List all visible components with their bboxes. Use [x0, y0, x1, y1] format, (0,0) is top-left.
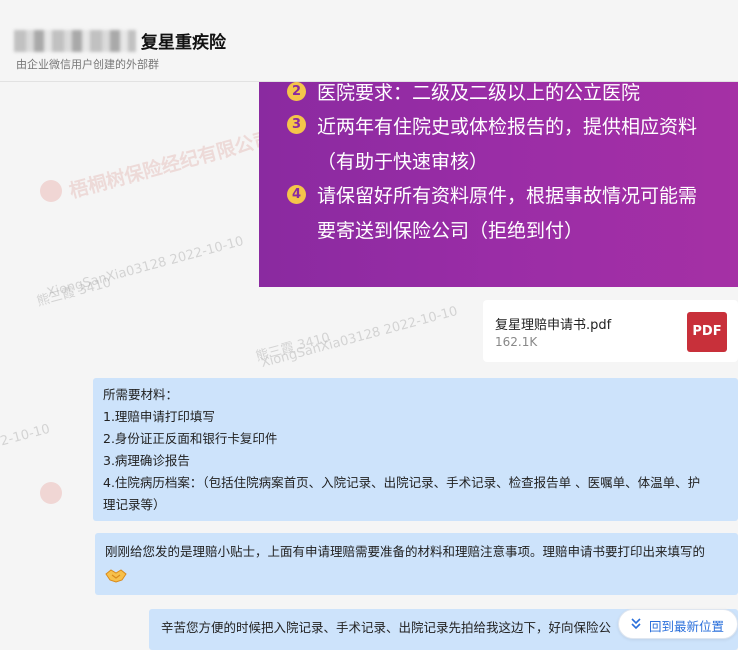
- message-text: 辛苦您方便的时候把入院记录、手术记录、出院记录先拍给我这边下，好向保险公: [161, 620, 612, 635]
- watermark-id: XiongSanXia03128 2022-10-10: [259, 304, 460, 372]
- tip-line: 医院要求：二级及二级以上的公立医院: [317, 82, 641, 104]
- watermark-user: 熊三霞 3410: [254, 330, 332, 365]
- pdf-icon: PDF: [687, 312, 727, 352]
- double-chevron-down-icon: [631, 618, 641, 630]
- watermark-date: 2-10-10: [0, 421, 52, 450]
- watermark-logo-icon: [40, 482, 62, 504]
- tip-line: 要寄送到保险公司（拒绝到付）: [317, 220, 584, 242]
- message-line: 理记录等）: [103, 497, 166, 512]
- group-subtitle: 由企业微信用户创建的外部群: [16, 58, 159, 71]
- message-bubble[interactable]: 所需要材料： 1.理赔申请打印填写 2.身份证正反面和银行卡复印件 3.病理确诊…: [93, 378, 738, 521]
- back-to-latest-button[interactable]: 回到最新位置: [618, 609, 738, 639]
- watermark-company: 梧桐树保险经纪有限公司: [67, 127, 275, 203]
- message-line: 1.理赔申请打印填写: [103, 409, 215, 424]
- file-name: 复星理赔申请书.pdf: [495, 318, 612, 333]
- message-line: 所需要材料：: [103, 387, 179, 402]
- group-title[interactable]: 复星重疾险: [141, 28, 226, 53]
- item-number: 3: [287, 115, 306, 134]
- message-line: 4.住院病历档案：（包括住院病案首页、入院记录、出院记录、手术记录、检查报告单 …: [103, 475, 701, 490]
- tip-line: （有助于快速审核）: [317, 151, 489, 173]
- item-number: 4: [287, 185, 306, 204]
- file-attachment[interactable]: 复星理赔申请书.pdf 162.1K PDF: [483, 300, 738, 362]
- blurred-group-name: [14, 30, 136, 52]
- tips-image[interactable]: 2 医院要求：二级及二级以上的公立医院 3 近两年有住院史或体检报告的，提供相应…: [259, 82, 738, 287]
- item-number: 2: [287, 82, 306, 101]
- tip-line: 请保留好所有资料原件，根据事故情况可能需: [317, 185, 698, 207]
- chat-header: 复星重疾险 由企业微信用户创建的外部群: [0, 0, 738, 82]
- file-size: 162.1K: [495, 335, 538, 349]
- watermark-user: 熊三霞 3410: [35, 275, 113, 310]
- message-line: 3.病理确诊报告: [103, 453, 190, 468]
- watermark-logo-icon: [40, 180, 62, 202]
- handshake-icon: [105, 569, 127, 583]
- tip-line: 近两年有住院史或体检报告的，提供相应资料: [317, 116, 698, 138]
- watermark-id: XiongSanXia03128 2022-10-10: [45, 234, 246, 302]
- message-text: 刚刚给您发的是理赔小贴士，上面有申请理赔需要准备的材料和理赔注意事项。理赔申请书…: [105, 544, 706, 559]
- message-bubble[interactable]: 刚刚给您发的是理赔小贴士，上面有申请理赔需要准备的材料和理赔注意事项。理赔申请书…: [95, 533, 738, 595]
- back-to-latest-label: 回到最新位置: [649, 619, 725, 634]
- message-line: 2.身份证正反面和银行卡复印件: [103, 431, 278, 446]
